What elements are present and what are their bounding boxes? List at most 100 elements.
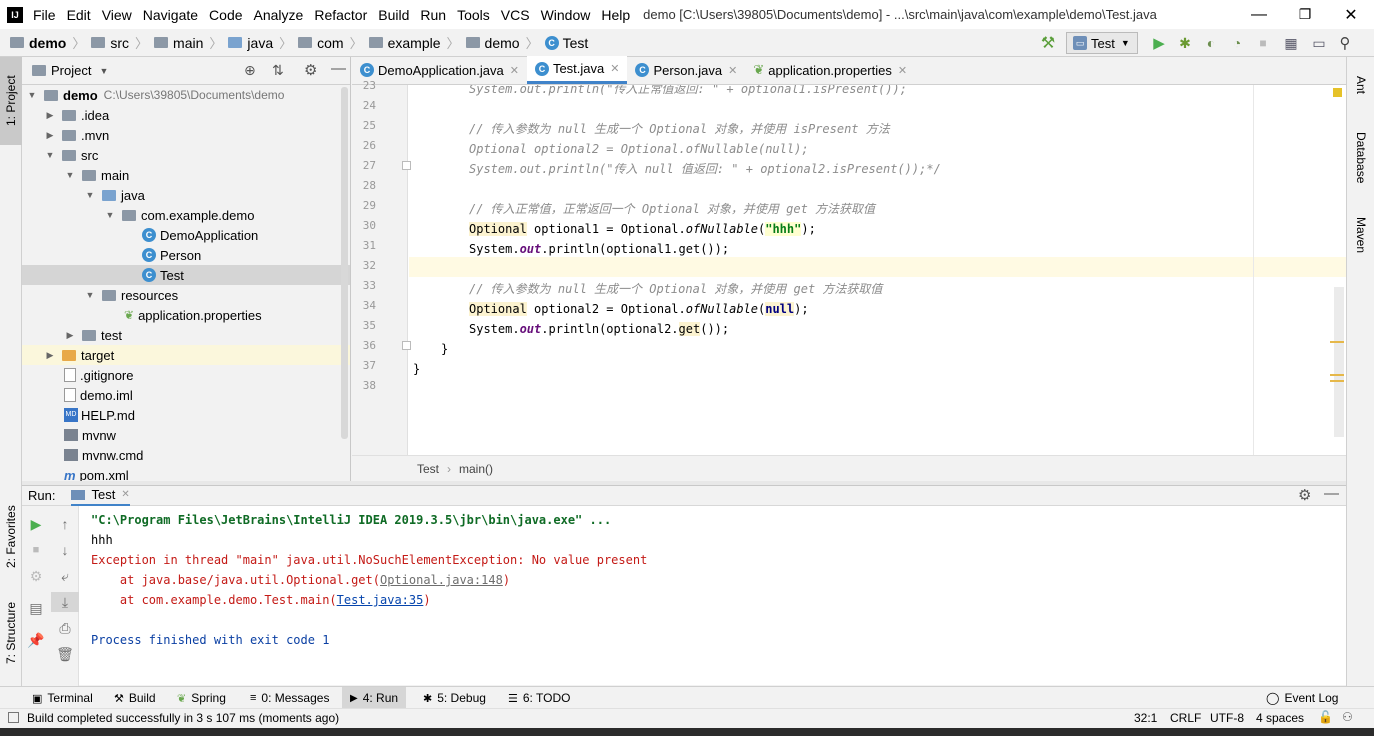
breadcrumb-example[interactable]: example (388, 35, 441, 51)
project-panel-title[interactable]: Project (51, 63, 91, 78)
tool-tab-todo[interactable]: ☰ 6: TODO (508, 687, 570, 709)
error-stripe-marker[interactable] (1330, 380, 1344, 382)
tool-tab-spring[interactable]: ❦ Spring (177, 687, 226, 709)
status-message[interactable]: Build completed successfully in 3 s 107 … (27, 711, 339, 725)
trash-icon[interactable]: 🗑 (51, 644, 79, 664)
stop-icon[interactable]: ■ (1250, 36, 1276, 50)
down-arrow-icon[interactable]: ↓ (51, 540, 79, 560)
menu-window[interactable]: Window (541, 7, 591, 23)
tree-item-person[interactable]: C Person (142, 245, 201, 265)
rerun-icon[interactable]: ▶ (22, 514, 50, 534)
tree-item-test-folder[interactable]: ▶ test (64, 325, 122, 345)
tab-person[interactable]: C Person.java ✕ (627, 56, 745, 84)
tree-item-application-properties[interactable]: ❦ application.properties (124, 305, 262, 325)
tree-item-demo-iml[interactable]: demo.iml (64, 385, 133, 405)
status-toggle-icon[interactable] (8, 712, 19, 723)
line-separator[interactable]: CRLF (1170, 711, 1201, 725)
stack-trace-link[interactable]: Optional.java:148 (380, 573, 503, 587)
breadcrumb-main[interactable]: main (173, 35, 203, 51)
breadcrumb-java[interactable]: java (247, 35, 273, 51)
breadcrumb-com[interactable]: com (317, 35, 343, 51)
tree-item-mvn[interactable]: ▶ .mvn (44, 125, 110, 145)
tree-item-help-md[interactable]: MD HELP.md (64, 405, 135, 425)
menu-navigate[interactable]: Navigate (143, 7, 198, 23)
maven-tool-tab[interactable]: Maven (1347, 207, 1374, 263)
tree-item-test-selected[interactable]: C Test (22, 265, 350, 285)
console-output[interactable]: "C:\Program Files\JetBrains\IntelliJ IDE… (91, 510, 1331, 680)
menu-help[interactable]: Help (601, 7, 630, 23)
editor-breadcrumb-method[interactable]: main() (459, 462, 493, 476)
chevron-down-icon[interactable]: ▼ (84, 290, 96, 300)
collapse-icon[interactable]: ⇅ (272, 62, 284, 79)
hide-icon[interactable]: — (1324, 485, 1339, 502)
menu-analyze[interactable]: Analyze (254, 7, 304, 23)
search-icon[interactable]: ⚲ (1332, 34, 1358, 52)
tool-tab-build[interactable]: ⚒ Build (114, 687, 156, 709)
chevron-right-icon[interactable]: ▶ (44, 130, 56, 141)
tree-item-main[interactable]: ▼ main (64, 165, 130, 185)
up-arrow-icon[interactable]: ↑ (51, 514, 79, 534)
tree-item-target[interactable]: ▶ target (22, 345, 350, 365)
tree-item-idea[interactable]: ▶ .idea (44, 105, 110, 125)
tool-tab-run[interactable]: ▶ 4: Run (342, 687, 407, 709)
pin-icon[interactable]: 📌 (22, 630, 50, 650)
tree-item-demoapplication[interactable]: C DemoApplication (142, 225, 258, 245)
project-structure-icon[interactable]: ▦ (1276, 35, 1306, 52)
chevron-down-icon[interactable]: ▼ (44, 150, 56, 160)
coverage-icon[interactable]: ◐ (1198, 35, 1224, 51)
tree-item-mvnw[interactable]: mvnw (64, 425, 116, 445)
tree-scrollbar[interactable] (341, 87, 348, 439)
scroll-to-end-icon[interactable]: ⤓ (51, 592, 79, 612)
close-tab-icon[interactable]: ✕ (728, 64, 737, 77)
layout-icon[interactable]: ▤ (22, 598, 50, 618)
tree-item-gitignore[interactable]: .gitignore (64, 365, 133, 385)
tree-item-package[interactable]: ▼ com.example.demo (104, 205, 255, 225)
breadcrumb-demo-pkg[interactable]: demo (485, 35, 520, 51)
maximize-icon[interactable]: ❐ (1282, 6, 1328, 23)
breadcrumb-demo[interactable]: demo (29, 35, 66, 51)
profile-icon[interactable]: ◔ (1224, 35, 1250, 51)
run-icon[interactable]: ▶ (1146, 34, 1172, 52)
run-tab-test[interactable]: Test ✕ (71, 486, 130, 506)
stack-trace-link[interactable]: Test.java:35 (337, 593, 424, 607)
chevron-right-icon[interactable]: ▶ (64, 330, 76, 341)
layout-icon[interactable]: ▭ (1306, 35, 1332, 52)
tool-tab-messages[interactable]: ≡ 0: Messages (250, 687, 329, 709)
editor-breadcrumb-class[interactable]: Test (417, 462, 439, 476)
close-tab-icon[interactable]: ✕ (510, 64, 519, 77)
indent-setting[interactable]: 4 spaces (1256, 711, 1304, 725)
hide-icon[interactable]: — (331, 60, 346, 77)
tab-demoapplication[interactable]: C DemoApplication.java ✕ (352, 56, 527, 84)
project-tool-tab[interactable]: 1: Project (0, 57, 22, 145)
minimize-icon[interactable]: — (1236, 6, 1282, 24)
chevron-down-icon[interactable]: ▼ (26, 90, 38, 100)
menu-code[interactable]: Code (209, 7, 242, 23)
menu-tools[interactable]: Tools (457, 7, 490, 23)
menu-refactor[interactable]: Refactor (314, 7, 367, 23)
caret-position[interactable]: 32:1 (1134, 711, 1157, 725)
breadcrumb-test[interactable]: Test (563, 35, 589, 51)
tree-item-src[interactable]: ▼ src (44, 145, 99, 165)
editor-scrollbar[interactable] (1334, 287, 1344, 437)
hammer-icon[interactable]: ⚒ (1036, 33, 1060, 53)
chevron-right-icon[interactable]: ▶ (44, 350, 56, 361)
favorites-tool-tab[interactable]: 2: Favorites (0, 497, 22, 577)
chevron-down-icon[interactable]: ▼ (84, 190, 96, 200)
tab-test[interactable]: C Test.java ✕ (526, 56, 628, 84)
tree-item-resources[interactable]: ▼ resources (84, 285, 179, 305)
close-icon[interactable]: ✕ (1328, 5, 1374, 25)
chevron-down-icon[interactable]: ▼ (104, 210, 116, 220)
chevron-down-icon[interactable]: ▼ (99, 66, 108, 76)
stop-icon[interactable]: ■ (22, 540, 50, 560)
close-tab-icon[interactable]: ✕ (121, 489, 129, 500)
menu-run[interactable]: Run (420, 7, 446, 23)
restore-layout-icon[interactable]: ⚙ (22, 566, 50, 586)
tree-item-demo[interactable]: ▼ demo C:\Users\39805\Documents\demo (26, 85, 285, 105)
menu-build[interactable]: Build (378, 7, 409, 23)
file-encoding[interactable]: UTF-8 (1210, 711, 1244, 725)
database-tool-tab[interactable]: Database (1347, 123, 1374, 193)
ant-tool-tab[interactable]: Ant (1347, 65, 1374, 105)
debug-icon[interactable]: ✱ (1172, 35, 1198, 52)
menu-view[interactable]: View (102, 7, 132, 23)
tree-item-mvnw-cmd[interactable]: mvnw.cmd (64, 445, 143, 465)
